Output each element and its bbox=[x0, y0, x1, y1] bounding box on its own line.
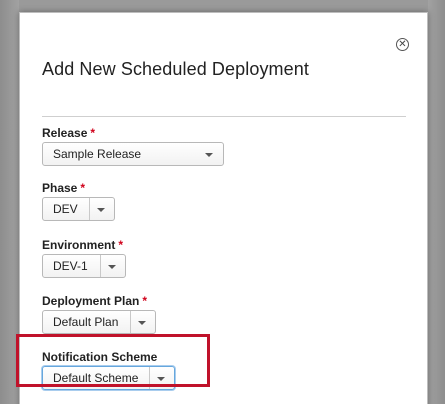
environment-select-value: DEV-1 bbox=[53, 259, 88, 273]
chevron-down-icon bbox=[138, 321, 146, 325]
phase-select[interactable]: DEV bbox=[42, 197, 115, 221]
deployment-plan-select[interactable]: Default Plan bbox=[42, 310, 156, 334]
environment-field: Environment * DEV-1 bbox=[42, 237, 126, 278]
release-select-value: Sample Release bbox=[53, 147, 142, 161]
environment-label: Environment * bbox=[42, 238, 124, 252]
release-label: Release * bbox=[42, 126, 96, 140]
title-divider bbox=[42, 116, 406, 117]
phase-select-value: DEV bbox=[53, 202, 78, 216]
notification-scheme-highlight-box bbox=[16, 334, 210, 387]
select-divider bbox=[100, 255, 101, 277]
phase-field: Phase * DEV bbox=[42, 180, 115, 221]
phase-label: Phase * bbox=[42, 181, 86, 195]
chevron-down-icon bbox=[108, 265, 116, 269]
select-divider bbox=[130, 311, 131, 333]
select-divider bbox=[89, 198, 90, 220]
release-field: Release * Sample Release bbox=[42, 125, 224, 166]
required-marker: * bbox=[142, 294, 148, 308]
modal-backdrop-right bbox=[428, 0, 445, 404]
deployment-plan-select-value: Default Plan bbox=[53, 315, 119, 329]
chevron-down-icon bbox=[205, 153, 213, 157]
chevron-down-icon bbox=[97, 208, 105, 212]
deployment-plan-field: Deployment Plan * Default Plan bbox=[42, 293, 156, 334]
release-select[interactable]: Sample Release bbox=[42, 142, 224, 166]
required-marker: * bbox=[80, 181, 86, 195]
dialog-title: Add New Scheduled Deployment bbox=[42, 59, 309, 79]
environment-select[interactable]: DEV-1 bbox=[42, 254, 126, 278]
required-marker: * bbox=[118, 238, 124, 252]
required-marker: * bbox=[90, 126, 96, 140]
deployment-plan-label: Deployment Plan * bbox=[42, 294, 148, 308]
close-icon[interactable]: ✕ bbox=[396, 38, 409, 51]
